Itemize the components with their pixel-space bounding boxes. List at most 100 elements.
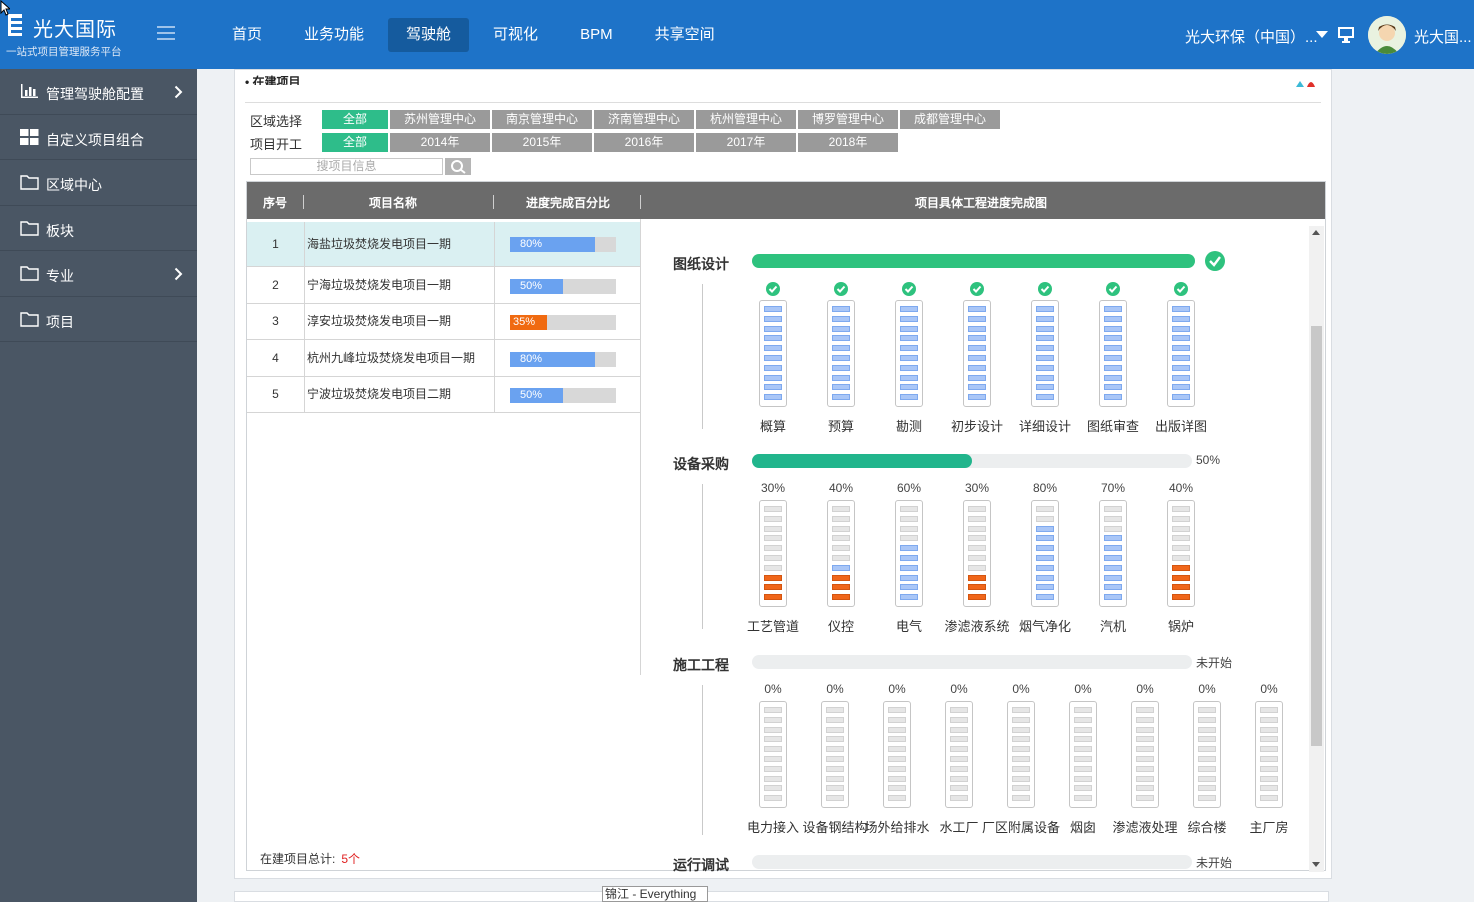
sidebar-item[interactable]: 板块: [0, 206, 197, 251]
progress-column[interactable]: [759, 300, 787, 407]
progress-column[interactable]: [883, 701, 911, 808]
filter-chip[interactable]: 博罗管理中心: [798, 110, 898, 129]
progress-column[interactable]: [827, 500, 855, 607]
table-row[interactable]: 4 杭州九峰垃圾焚烧发电项目一期 80%: [247, 340, 641, 377]
scroll-thumb[interactable]: [1311, 326, 1322, 746]
progress-column[interactable]: [1099, 300, 1127, 407]
scroll-down-icon[interactable]: [1312, 862, 1320, 867]
sidebar-item[interactable]: 自定义项目组合: [0, 115, 197, 160]
progress-column[interactable]: [1131, 701, 1159, 808]
search-button[interactable]: [445, 158, 471, 175]
column-segment: [1172, 394, 1190, 401]
nav-item[interactable]: 可视化: [475, 18, 556, 52]
column-segment: [1172, 315, 1190, 322]
filter-chip[interactable]: 济南管理中心: [594, 110, 694, 129]
monitor-icon[interactable]: [1337, 25, 1355, 43]
sidebar-item[interactable]: 专业: [0, 251, 197, 297]
progress-column[interactable]: [759, 500, 787, 607]
filter-chip[interactable]: 南京管理中心: [492, 110, 592, 129]
column-segment: [1198, 716, 1216, 723]
col-header-index: 序号: [263, 196, 288, 210]
progress-chart: 图纸设计 概算 预算 勘测 初步设计 详细设计 图纸审查 出版详图 设备采购 50% 30% 工艺管道…: [656, 226, 1324, 872]
column-label: 锅炉: [1167, 619, 1194, 634]
chart-scrollbar[interactable]: [1309, 226, 1324, 872]
column-segment: [900, 555, 918, 561]
progress-column[interactable]: [1031, 300, 1059, 407]
column-segment: [832, 325, 850, 332]
brand[interactable]: 光大国际 一站式项目管理服务平台: [0, 0, 197, 69]
check-circle-icon: [970, 282, 984, 296]
sidebar-item[interactable]: 区域中心: [0, 160, 197, 206]
filter-chip[interactable]: 杭州管理中心: [696, 110, 796, 129]
column-divider: [640, 219, 641, 675]
column-segment: [968, 555, 986, 561]
column-segment: [900, 515, 918, 522]
avatar[interactable]: [1368, 16, 1406, 54]
scroll-up-icon[interactable]: [1312, 230, 1320, 235]
stage-axis-line: [702, 284, 703, 429]
project-search-input[interactable]: 搜项目信息: [250, 158, 443, 175]
progress-column[interactable]: [1167, 500, 1195, 607]
progress-column[interactable]: [945, 701, 973, 808]
progress-bar: 80%: [510, 352, 616, 367]
project-name[interactable]: 宁海垃圾焚烧发电项目一期: [307, 267, 495, 303]
nav-item[interactable]: 共享空间: [637, 18, 733, 52]
column-segment: [764, 394, 782, 401]
project-name[interactable]: 宁波垃圾焚烧发电项目二期: [307, 376, 495, 412]
progress-column[interactable]: [1167, 300, 1195, 407]
sidebar-item[interactable]: 项目: [0, 297, 197, 342]
sidebar-item[interactable]: 管理驾驶舱配置: [0, 69, 197, 115]
nav-item[interactable]: 驾驶舱: [388, 18, 470, 52]
panel-tools-icon[interactable]: [1294, 77, 1318, 89]
table-row[interactable]: 3 淳安垃圾焚烧发电项目一期 35%: [247, 303, 641, 340]
progress-column[interactable]: [821, 701, 849, 808]
filter-chip[interactable]: 2015年: [492, 133, 592, 152]
column-segment: [1036, 584, 1054, 591]
project-name[interactable]: 淳安垃圾焚烧发电项目一期: [307, 303, 495, 339]
column-segment: [1012, 785, 1030, 792]
progress-column[interactable]: [1255, 701, 1283, 808]
filter-chip[interactable]: 2014年: [390, 133, 490, 152]
username[interactable]: 光大国...: [1414, 26, 1472, 47]
caret-down-icon[interactable]: [1316, 31, 1328, 38]
project-name[interactable]: 杭州九峰垃圾焚烧发电项目一期: [307, 340, 495, 376]
table-row[interactable]: 2 宁海垃圾焚烧发电项目一期 50%: [247, 267, 641, 304]
filter-chip[interactable]: 成都管理中心: [900, 110, 1000, 129]
column-segment: [1036, 525, 1054, 532]
progress-column[interactable]: [963, 300, 991, 407]
nav-item[interactable]: 首页: [214, 18, 280, 52]
filter-chip[interactable]: 苏州管理中心: [390, 110, 490, 129]
progress-column[interactable]: [1069, 701, 1097, 808]
column-segment: [826, 785, 844, 792]
column-segment: [1104, 394, 1122, 401]
progress-column[interactable]: [827, 300, 855, 407]
filter-chip[interactable]: 2016年: [594, 133, 694, 152]
column-segment: [1104, 574, 1122, 581]
progress-column[interactable]: [1193, 701, 1221, 808]
table-row[interactable]: 5 宁波垃圾焚烧发电项目二期 50%: [247, 376, 641, 413]
header-separator: [303, 195, 304, 209]
progress-column[interactable]: [1099, 500, 1127, 607]
nav-item[interactable]: BPM: [562, 18, 631, 52]
progress-column[interactable]: [1007, 701, 1035, 808]
nav-item[interactable]: 业务功能: [286, 18, 382, 52]
progress-column[interactable]: [895, 300, 923, 407]
progress-column[interactable]: [963, 500, 991, 607]
progress-column[interactable]: [759, 701, 787, 808]
column-segment: [764, 384, 782, 391]
chevron-right-icon[interactable]: [174, 267, 183, 281]
progress-column[interactable]: [895, 500, 923, 607]
filter-chip[interactable]: 2017年: [696, 133, 796, 152]
table-row[interactable]: 1 海盐垃圾焚烧发电项目一期 80%: [247, 222, 641, 267]
filter-chip[interactable]: 全部: [322, 133, 388, 152]
project-name[interactable]: 海盐垃圾焚烧发电项目一期: [307, 222, 495, 266]
filter-chip[interactable]: 全部: [322, 110, 388, 129]
total-count: 5个: [341, 852, 361, 866]
company-selector[interactable]: 光大环保（中国）...: [1185, 26, 1318, 47]
column-segment: [764, 726, 782, 733]
hamburger-icon[interactable]: [157, 26, 175, 40]
filter-chip[interactable]: 2018年: [798, 133, 898, 152]
chevron-right-icon[interactable]: [174, 85, 183, 99]
progress-column[interactable]: [1031, 500, 1059, 607]
column-segment: [1172, 564, 1190, 571]
